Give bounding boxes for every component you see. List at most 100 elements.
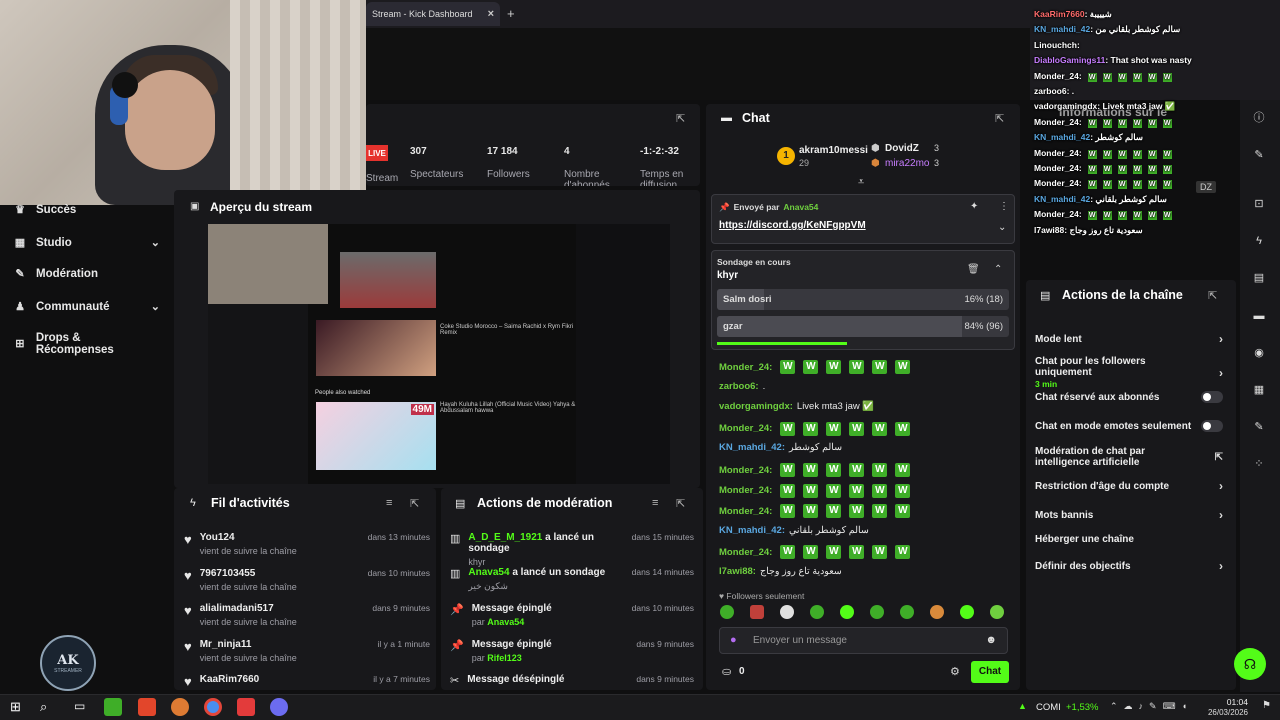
wrench-icon[interactable]: ✎ <box>1250 418 1268 436</box>
emote-icon[interactable] <box>810 605 824 619</box>
emote-icon[interactable] <box>900 605 914 619</box>
expand-icon[interactable]: ⇱ <box>1208 289 1217 302</box>
sidebar-item-community[interactable]: ♟ Communauté ⌄ <box>14 300 160 314</box>
emote-icon[interactable] <box>750 605 764 619</box>
gifter-name[interactable]: mira22mo <box>885 158 929 169</box>
channel-action-item[interactable]: Héberger une chaîne <box>1035 534 1223 545</box>
channel-action-item[interactable]: Restriction d'âge du compte › <box>1035 479 1223 493</box>
pencil-icon[interactable]: ✎ <box>1250 146 1268 164</box>
activity-user[interactable]: KaaRim7660 <box>200 674 259 685</box>
emote-icon[interactable] <box>720 605 734 619</box>
activity-user[interactable]: alialimadani517 <box>200 603 297 614</box>
poll-option[interactable]: Salm dosri 16% (18) <box>717 289 1009 310</box>
support-button[interactable]: ☊ <box>1234 648 1266 680</box>
stream-preview-video[interactable]: Coke Studio Morocco – Saima Rachid x Rym… <box>208 224 670 484</box>
chat-username[interactable]: KN_mahdi_42: <box>719 442 785 453</box>
expand-icon[interactable]: ⇱ <box>995 112 1004 125</box>
gifter-name[interactable]: akram10messi <box>799 145 868 156</box>
tray-icons[interactable]: ⌃☁♪✎⌨◖ <box>1110 701 1193 712</box>
sidebar-item-studio[interactable]: ▦ Studio ⌄ <box>14 236 160 250</box>
toggle-switch[interactable] <box>1201 391 1223 403</box>
list-icon[interactable]: ▤ <box>1250 269 1268 287</box>
windows-start-icon[interactable]: ⊞ <box>10 699 21 715</box>
sidebar-item-achievements[interactable]: ♛ Succès <box>14 204 160 216</box>
chrome-alt-icon[interactable] <box>171 698 189 716</box>
mic-icon[interactable]: ● <box>730 634 737 646</box>
chat-username[interactable]: l7awi88: <box>719 566 756 577</box>
chrome-icon[interactable] <box>204 698 222 716</box>
channel-action-item[interactable]: Définir des objectifs › <box>1035 559 1223 573</box>
emoji-icon[interactable]: ☻ <box>985 634 997 646</box>
search-icon[interactable]: ⌕ <box>40 699 47 715</box>
notification-icon[interactable]: ⚑ <box>1262 700 1271 711</box>
channel-action-item[interactable]: Modération de chat par intelligence arti… <box>1035 446 1223 468</box>
more-icon[interactable]: ⋮ <box>999 201 1009 212</box>
chat-username[interactable]: Monder_24: <box>719 423 772 434</box>
obs-icon[interactable] <box>270 698 288 716</box>
activity-user[interactable]: Mr_ninja11 <box>200 639 297 650</box>
chat-icon[interactable]: ▬ <box>1250 307 1268 325</box>
emote-icon[interactable] <box>870 605 884 619</box>
gifter-name[interactable]: DovidZ <box>885 143 919 154</box>
sidebar-item-moderation[interactable]: ✎ Modération <box>14 268 160 280</box>
channel-action-item[interactable]: Chat en mode emotes seulement <box>1035 420 1223 432</box>
mod-user[interactable]: A_D_E_M_1921 <box>468 532 542 543</box>
settings-icon[interactable]: ⚙ <box>950 665 960 678</box>
browser-tab[interactable]: Stream - Kick Dashboard × <box>366 2 500 26</box>
chat-username[interactable]: Monder_24: <box>719 362 772 373</box>
brave-icon[interactable] <box>138 698 156 716</box>
expand-icon[interactable]: ⇱ <box>410 497 419 510</box>
lightning-icon[interactable]: ϟ <box>1250 232 1268 250</box>
emote-icon[interactable] <box>840 605 854 619</box>
emote-icon[interactable] <box>960 605 974 619</box>
emote-icon[interactable] <box>780 605 794 619</box>
points-icon[interactable]: ⛀ <box>722 665 731 678</box>
new-tab-icon[interactable]: + <box>507 6 515 21</box>
chat-username[interactable]: Monder_24: <box>719 547 772 558</box>
info-icon[interactable]: ⓘ <box>1250 109 1268 127</box>
emote-icon[interactable] <box>930 605 944 619</box>
chevron-up-icon[interactable]: ⌃ <box>994 264 1002 275</box>
emote-icon[interactable] <box>990 605 1004 619</box>
activity-user[interactable]: You124 <box>200 532 297 543</box>
expand-icon[interactable]: ⇱ <box>676 497 685 510</box>
layout-icon[interactable]: ▦ <box>1250 381 1268 399</box>
channel-action-item[interactable]: Chat pour les followers uniquement 3 min › <box>1035 356 1223 389</box>
mod-user[interactable]: Anava54 <box>487 617 524 627</box>
filter-icon[interactable]: ≡ <box>386 497 392 509</box>
tab-close-icon[interactable]: × <box>488 8 494 20</box>
chat-username[interactable]: Monder_24: <box>719 506 772 517</box>
broadcast-icon[interactable]: ◉ <box>1250 344 1268 362</box>
channel-action-item[interactable]: Chat réservé aux abonnés <box>1035 391 1223 403</box>
chat-username[interactable]: Monder_24: <box>719 465 772 476</box>
mod-user[interactable]: Rifel123 <box>487 653 522 663</box>
pinned-by-user[interactable]: Anava54 <box>783 202 818 213</box>
pdf-icon[interactable] <box>237 698 255 716</box>
overlay-text: : سالم كوشطر بلقاني من <box>1090 24 1181 35</box>
filter-icon[interactable]: ≡ <box>652 497 658 509</box>
chat-username[interactable]: zarboo6: <box>719 381 759 392</box>
task-view-icon[interactable]: ▭ <box>74 699 85 713</box>
pinned-link[interactable]: https://discord.gg/KeNFgppVM <box>719 220 866 231</box>
channel-action-item[interactable]: Mode lent › <box>1035 332 1223 346</box>
chat-input[interactable]: ● Envoyer un message ☻ <box>719 627 1008 654</box>
chat-username[interactable]: Monder_24: <box>719 485 772 496</box>
expand-icon[interactable]: ⇱ <box>676 112 685 125</box>
poll-option[interactable]: gzar 84% (96) <box>717 316 1009 337</box>
app-icon-store[interactable] <box>104 698 122 716</box>
grid-icon[interactable]: ⁘ <box>1250 455 1268 473</box>
collapse-icon[interactable]: ⩡ <box>858 176 864 189</box>
send-chat-button[interactable]: Chat <box>971 661 1009 683</box>
chevron-down-icon[interactable]: ⌄ <box>998 222 1006 233</box>
mod-user[interactable]: Anava54 <box>468 567 509 578</box>
unpin-icon[interactable]: ✦ <box>970 201 978 212</box>
activity-user[interactable]: 7967103455 <box>200 568 297 579</box>
chat-username[interactable]: vadorgamingdx: <box>719 401 793 412</box>
camera-icon[interactable]: ⊡ <box>1250 195 1268 213</box>
chat-username[interactable]: KN_mahdi_42: <box>719 525 785 536</box>
channel-action-item[interactable]: Mots bannis › <box>1035 508 1223 522</box>
sidebar-item-drops[interactable]: ⊞ Drops & Récompenses <box>14 332 160 356</box>
trash-icon[interactable]: 🗑 <box>967 264 980 275</box>
toggle-switch[interactable] <box>1201 420 1223 432</box>
stock-label[interactable]: COMI <box>1036 702 1061 713</box>
